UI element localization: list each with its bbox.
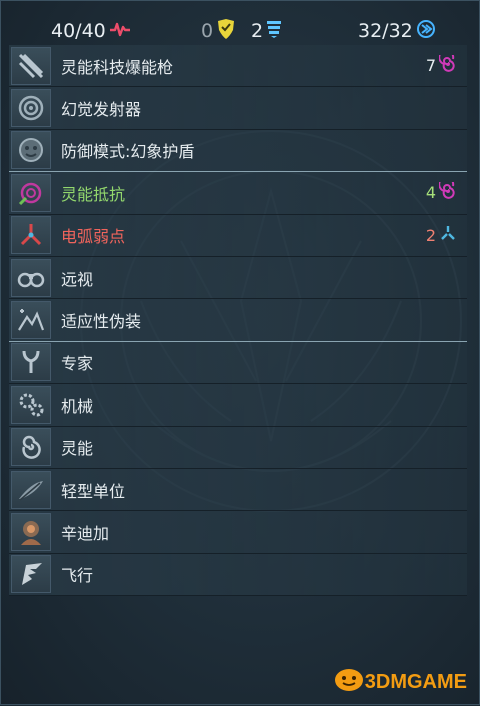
- hp-stat: 40/40: [51, 15, 131, 47]
- shield-value: 0: [201, 20, 214, 42]
- list-item-psionic-blaster[interactable]: 灵能科技爆能枪 7: [9, 45, 467, 88]
- phantom-shield-icon: [11, 131, 51, 170]
- camouflage-icon: [11, 301, 51, 340]
- row-label: 机械: [61, 396, 94, 416]
- stats-header: 40/40 0 2 32/32: [1, 15, 480, 47]
- list-item-phantom-shield[interactable]: 防御模式:幻象护盾: [9, 129, 467, 173]
- watermark-logo-icon: [333, 666, 365, 698]
- list-item-psionic-resist[interactable]: 灵能抵抗 4: [9, 172, 467, 215]
- row-label: 灵能抵抗: [61, 184, 126, 204]
- row-label: 灵能: [61, 439, 94, 459]
- row-label: 防御模式:幻象护盾: [61, 142, 195, 162]
- unit-info-panel: 40/40 0 2 32/32 灵能科技爆能枪 7 幻觉发射器 防御模式:幻象护…: [0, 0, 480, 705]
- psionic-blaster-icon: [11, 46, 51, 85]
- row-count: 4: [426, 172, 457, 213]
- shield-stat: 0: [201, 15, 236, 47]
- row-label: 远视: [61, 269, 94, 289]
- list-item-light-unit[interactable]: 轻型单位: [9, 468, 467, 512]
- psionic-swirl-icon: [438, 49, 457, 77]
- row-label: 轻型单位: [61, 481, 126, 501]
- row-count: 7: [426, 45, 457, 86]
- psionic-swirl-icon: [438, 176, 457, 204]
- psionic-resist-icon: [11, 173, 51, 212]
- hp-value: 40/40: [51, 20, 106, 42]
- arc-icon: [439, 224, 457, 246]
- armor-stack-icon: [266, 19, 282, 44]
- energy-value: 32/32: [358, 20, 413, 42]
- armor-value: 2: [251, 20, 264, 42]
- list-item-syndicate[interactable]: 辛迪加: [9, 511, 467, 554]
- row-label: 电弧弱点: [61, 227, 126, 247]
- row-count: 2: [426, 215, 457, 256]
- watermark-brand: 3DMGAME: [364, 670, 467, 693]
- list-item-specialist[interactable]: 专家: [9, 341, 467, 385]
- energy-stat: 32/32: [358, 15, 436, 47]
- list-item-adaptive-camouflage[interactable]: 适应性伪装: [9, 299, 467, 342]
- row-label: 适应性伪装: [61, 312, 142, 332]
- list-item-mechanical[interactable]: 机械: [9, 384, 467, 427]
- shield-icon: [216, 18, 236, 45]
- arc-weakness-icon: [11, 216, 51, 255]
- list-item-hallucination-emitter[interactable]: 幻觉发射器: [9, 87, 467, 130]
- watermark: 3DMGAME: [333, 666, 467, 698]
- list-item-psionic[interactable]: 灵能: [9, 426, 467, 469]
- list-item-farsight[interactable]: 远视: [9, 256, 467, 300]
- binoculars-icon: [11, 258, 51, 297]
- list-item-flying[interactable]: 飞行: [9, 553, 467, 597]
- wing-icon: [11, 555, 51, 594]
- row-label: 灵能科技爆能枪: [61, 57, 174, 77]
- list-item-arc-weakness[interactable]: 电弧弱点 2: [9, 214, 467, 257]
- hallucination-emitter-icon: [11, 89, 51, 128]
- specialist-icon: [11, 343, 51, 382]
- syndicate-icon: [11, 512, 51, 551]
- ability-list: 灵能科技爆能枪 7 幻觉发射器 防御模式:幻象护盾 灵能抵抗 4 电弧弱点 2 …: [9, 45, 467, 597]
- gears-icon: [11, 385, 51, 424]
- row-label: 专家: [61, 354, 94, 374]
- psionic-icon: [11, 428, 51, 467]
- heartbeat-icon: [109, 20, 131, 43]
- row-label: 辛迪加: [61, 523, 110, 543]
- energy-chevron-icon: [416, 19, 436, 44]
- row-label: 幻觉发射器: [61, 100, 142, 120]
- feather-icon: [11, 470, 51, 509]
- armor-stat: 2: [251, 15, 282, 47]
- row-label: 飞行: [61, 566, 94, 586]
